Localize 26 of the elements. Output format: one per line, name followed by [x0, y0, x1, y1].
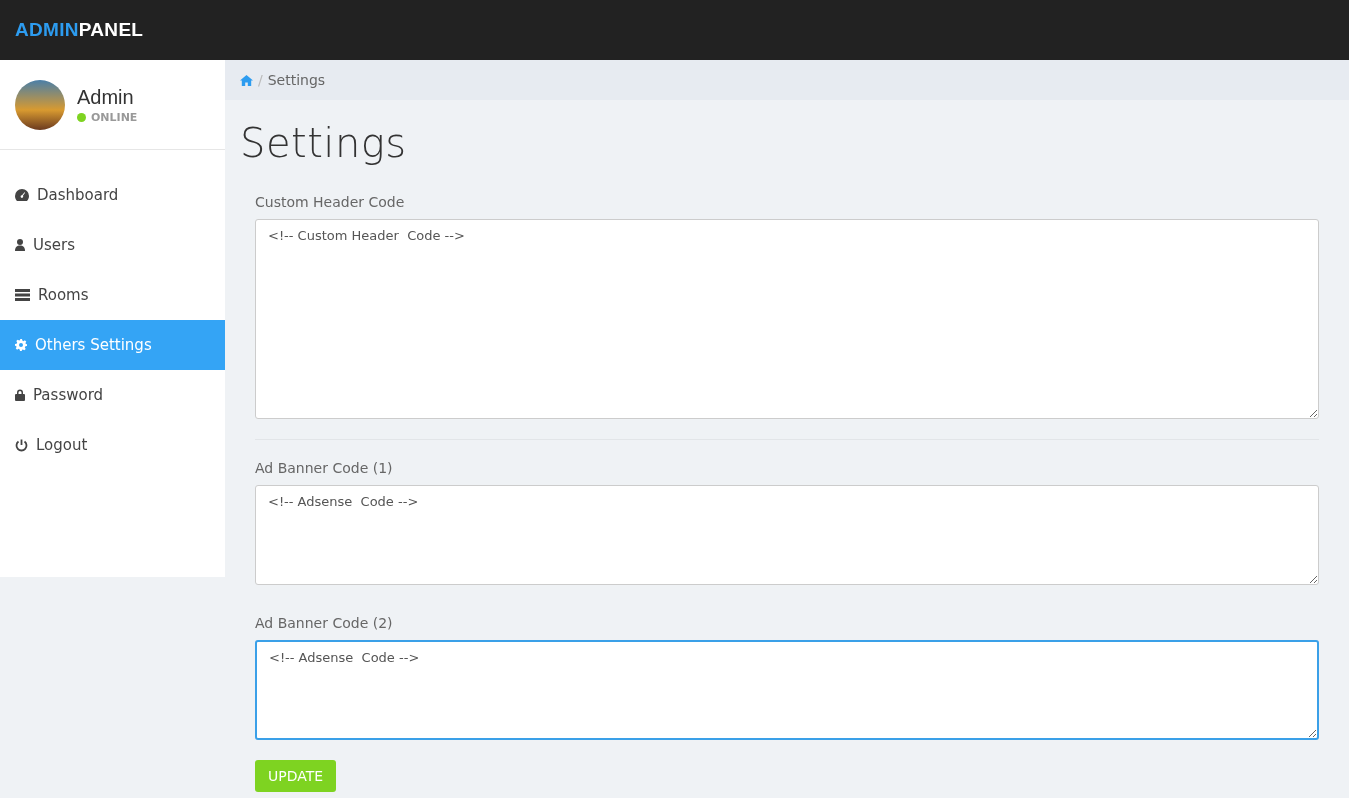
page-title: Settings: [239, 119, 408, 168]
sidebar-item[interactable]: Logout: [0, 420, 225, 470]
home-icon[interactable]: [240, 74, 253, 86]
code-field[interactable]: <!-- Adsense Code -->: [255, 640, 1319, 740]
breadcrumb-separator: /: [258, 72, 263, 88]
brand-logo-text[interactable]: PANEL: [78, 19, 144, 41]
brand-logo-text[interactable]: ADMIN: [15, 19, 79, 41]
user-name: Admin: [77, 85, 135, 109]
power-icon: [15, 438, 28, 452]
settings-icon: [15, 339, 27, 351]
sidebar-item[interactable]: Rooms: [0, 270, 225, 320]
sidebar-item[interactable]: Password: [0, 370, 225, 420]
breadcrumb-current: Settings: [267, 72, 326, 88]
code-field[interactable]: <!-- Custom Header Code -->: [255, 219, 1319, 419]
code-field[interactable]: <!-- Adsense Code -->: [255, 485, 1319, 585]
sidebar-item[interactable]: Users: [0, 220, 225, 270]
status-text: ONLINE: [91, 110, 138, 124]
dashboard-icon: [15, 189, 29, 201]
field-label: Ad Banner Code (2): [255, 615, 394, 631]
field-label: Ad Banner Code (1): [255, 460, 394, 476]
avatar-placeholder: [15, 79, 65, 130]
user-icon: [15, 239, 25, 251]
server-icon: [15, 289, 30, 301]
field-label: Custom Header Code: [255, 194, 406, 210]
sidebar-item[interactable]: Dashboard: [0, 170, 225, 220]
lock-icon: [15, 389, 25, 401]
